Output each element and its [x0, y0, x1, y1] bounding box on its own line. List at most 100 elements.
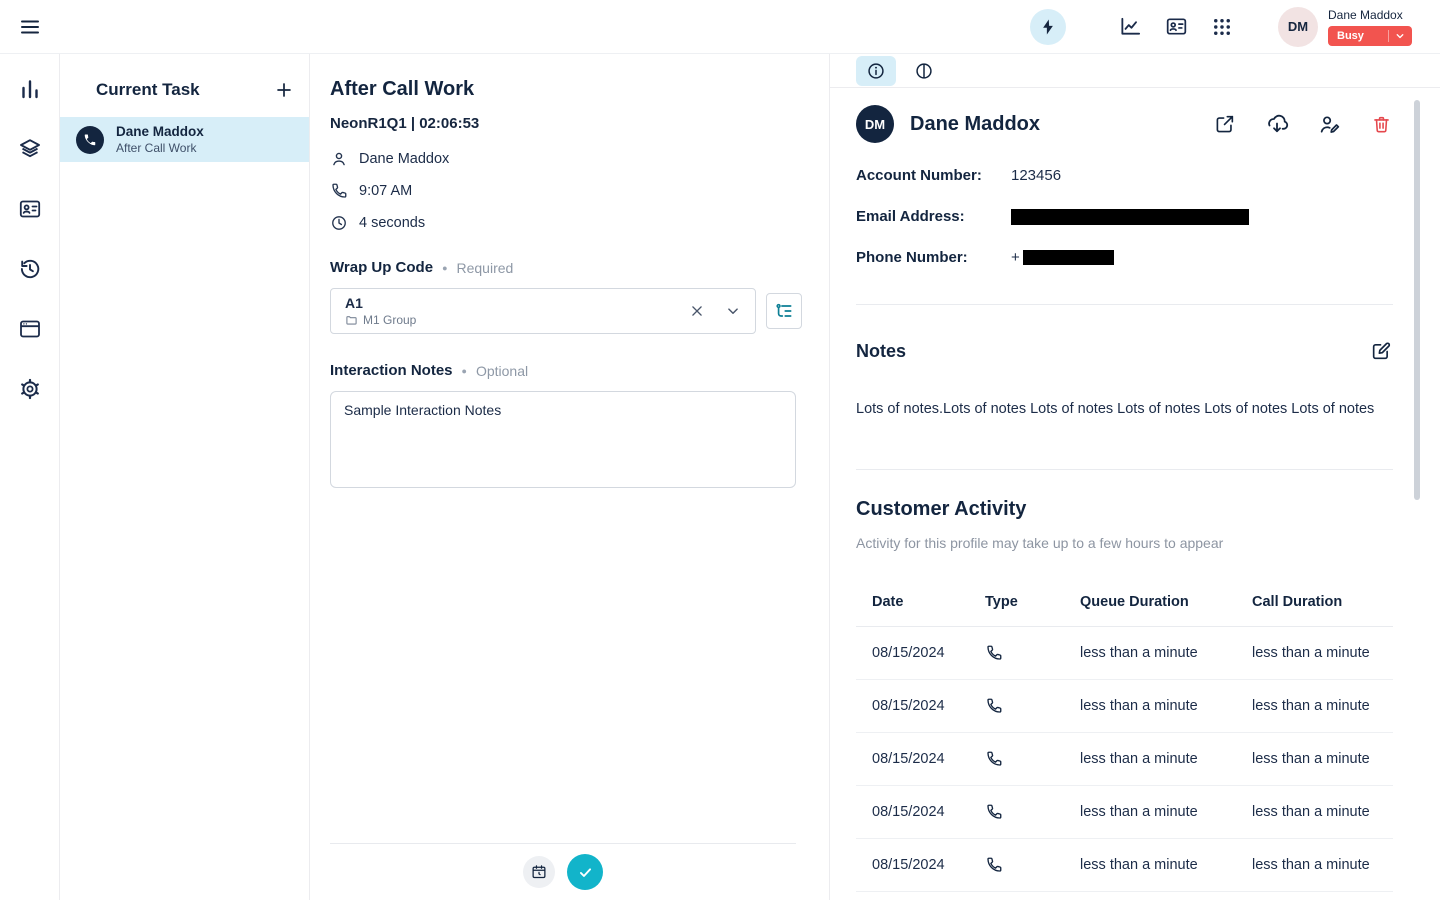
scrollbar-thumb[interactable]	[1414, 100, 1420, 500]
phone-icon	[985, 856, 1080, 874]
browse-codes-button[interactable]	[766, 293, 802, 329]
activity-row: 08/15/2024 less than a minute less than …	[856, 786, 1393, 839]
check-icon	[577, 864, 594, 881]
activity-queue-duration: less than a minute	[1080, 857, 1252, 873]
menu-icon[interactable]	[16, 13, 44, 41]
activity-row: 08/15/2024 less than a minute less than …	[856, 627, 1393, 680]
wrap-up-group: M1 Group	[363, 313, 416, 327]
phone-icon	[985, 750, 1080, 768]
activity-table: Date Type Queue Duration Call Duration 0…	[856, 577, 1393, 892]
nav-settings-icon[interactable]	[17, 376, 43, 402]
dialpad-icon[interactable]	[1210, 15, 1234, 39]
bullet-separator: ●	[442, 263, 447, 273]
nav-window-icon[interactable]	[17, 316, 43, 342]
left-navigation	[0, 54, 60, 900]
header-call-duration: Call Duration	[1252, 594, 1393, 610]
clear-icon[interactable]	[688, 302, 706, 320]
phone-prefix: +	[1011, 249, 1020, 266]
schedule-button[interactable]	[523, 856, 555, 888]
header-date: Date	[872, 594, 985, 610]
account-number-field: Account Number: 123456	[856, 155, 1393, 196]
chevron-down-icon[interactable]	[724, 302, 742, 320]
wrap-up-requirement: Required	[457, 260, 514, 276]
task-item[interactable]: Dane Maddox After Call Work	[60, 117, 309, 162]
header-queue-duration: Queue Duration	[1080, 594, 1252, 610]
open-external-icon[interactable]	[1213, 112, 1237, 136]
email-label: Email Address:	[856, 208, 1011, 225]
person-icon	[330, 150, 348, 168]
email-field: Email Address:	[856, 196, 1393, 237]
activity-call-duration: less than a minute	[1252, 857, 1393, 873]
header-type: Type	[985, 594, 1080, 610]
notes-title: Notes	[856, 341, 906, 362]
wrap-up-value: A1	[345, 295, 416, 311]
wrap-up-select[interactable]: A1 M1 Group	[330, 288, 756, 334]
contacts-icon[interactable]	[1164, 15, 1188, 39]
interaction-notes-requirement: Optional	[476, 363, 528, 379]
customer-activity-title: Customer Activity	[856, 498, 1393, 521]
activity-call-duration: less than a minute	[1252, 751, 1393, 767]
duration-row: 4 seconds	[330, 214, 805, 232]
analytics-icon[interactable]	[1118, 15, 1142, 39]
activity-queue-duration: less than a minute	[1080, 645, 1252, 661]
contrast-icon	[914, 61, 934, 81]
folder-icon	[345, 314, 358, 327]
activity-date: 08/15/2024	[872, 698, 985, 714]
nav-layers-icon[interactable]	[17, 136, 43, 162]
phone-icon	[985, 697, 1080, 715]
account-number-label: Account Number:	[856, 167, 1011, 184]
clock-icon	[330, 214, 348, 232]
status-divider	[1388, 30, 1389, 42]
activity-call-duration: less than a minute	[1252, 698, 1393, 714]
call-time-row: 9:07 AM	[330, 182, 805, 200]
flash-button[interactable]	[1030, 9, 1066, 45]
activity-queue-duration: less than a minute	[1080, 804, 1252, 820]
contact-name-row: Dane Maddox	[330, 150, 805, 168]
activity-date: 08/15/2024	[872, 751, 985, 767]
tab-info[interactable]	[856, 56, 896, 86]
nav-contact-card-icon[interactable]	[17, 196, 43, 222]
phone-redaction-bar	[1023, 250, 1114, 265]
after-call-work-panel: After Call Work NeonR1Q1 | 02:06:53 Dane…	[310, 54, 830, 900]
activity-call-duration: less than a minute	[1252, 645, 1393, 661]
current-task-panel: Current Task Dane Maddox After Call Work	[60, 54, 310, 900]
task-panel-title: Current Task	[96, 80, 200, 100]
phone-field: Phone Number: +	[856, 237, 1393, 278]
activity-table-header: Date Type Queue Duration Call Duration	[856, 577, 1393, 627]
nav-history-icon[interactable]	[17, 256, 43, 282]
delete-icon[interactable]	[1369, 112, 1393, 136]
info-icon	[866, 61, 886, 81]
add-task-icon[interactable]	[272, 78, 296, 102]
edit-notes-icon[interactable]	[1369, 339, 1393, 363]
bullet-separator: ●	[462, 366, 467, 376]
profile-avatar: DM	[856, 105, 894, 143]
calendar-clock-icon	[531, 864, 547, 880]
email-redaction-bar	[1011, 209, 1249, 225]
call-duration: 4 seconds	[359, 215, 425, 231]
task-name: Dane Maddox	[116, 124, 204, 139]
tab-compare[interactable]	[904, 56, 944, 86]
edit-contact-icon[interactable]	[1317, 112, 1341, 136]
activity-row: 08/15/2024 less than a minute less than …	[856, 733, 1393, 786]
nav-bar-chart-icon[interactable]	[17, 76, 43, 102]
topbar: DM Dane Maddox Busy	[0, 0, 1440, 54]
phone-icon	[83, 133, 97, 147]
acw-session: NeonR1Q1 | 02:06:53	[330, 115, 805, 132]
notes-content: Lots of notes.Lots of notes Lots of note…	[856, 399, 1393, 419]
complete-button[interactable]	[567, 854, 603, 890]
chevron-down-icon	[1394, 30, 1406, 42]
flash-icon	[1039, 18, 1057, 36]
activity-queue-duration: less than a minute	[1080, 751, 1252, 767]
divider	[856, 469, 1393, 470]
status-dropdown[interactable]: Busy	[1328, 26, 1412, 46]
acw-footer	[330, 843, 796, 900]
divider	[856, 304, 1393, 305]
customer-activity-subtitle: Activity for this profile may take up to…	[856, 535, 1393, 551]
interaction-notes-input[interactable]: Sample Interaction Notes	[330, 391, 796, 488]
activity-date: 08/15/2024	[872, 645, 985, 661]
phone-icon	[985, 644, 1080, 662]
download-icon[interactable]	[1265, 112, 1289, 136]
user-avatar[interactable]: DM	[1278, 7, 1318, 47]
task-avatar	[76, 126, 104, 154]
status-label: Busy	[1337, 30, 1364, 42]
